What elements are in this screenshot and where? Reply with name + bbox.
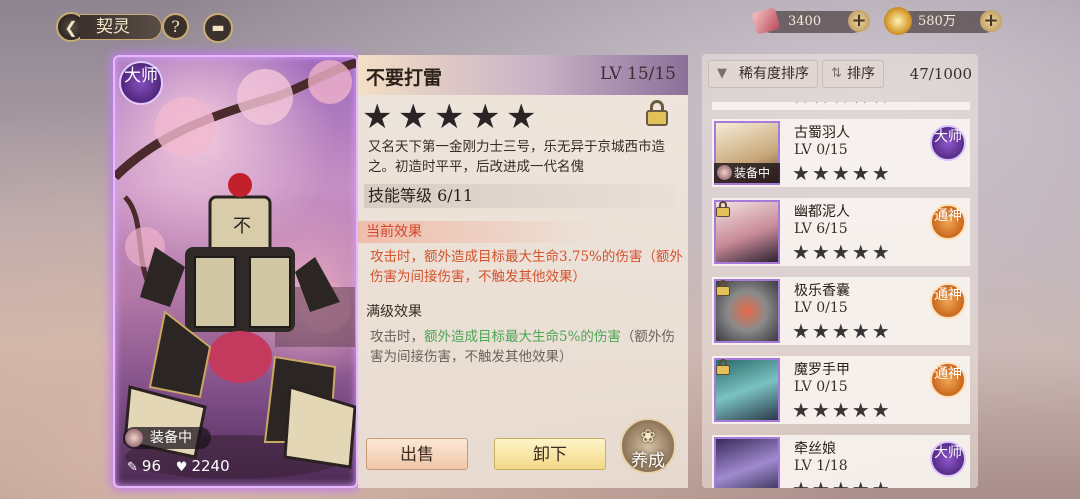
sort-order-button[interactable]: ⇅ 排序 bbox=[822, 60, 884, 88]
item-name: 幽都泥人 bbox=[794, 204, 850, 220]
item-equip-tag: 装备中 bbox=[714, 163, 780, 183]
character-level: LV 15/15 bbox=[600, 64, 676, 84]
inventory-count: 47/1000 bbox=[909, 65, 972, 83]
item-level: LV 1/18 bbox=[794, 458, 848, 474]
add-ticket-button[interactable]: + bbox=[848, 10, 870, 32]
list-item[interactable]: 魔罗手甲 LV 0/15 ★★★★★ 通神 bbox=[712, 356, 970, 424]
card-equip-tag: 装备中 bbox=[123, 427, 211, 449]
item-name: 魔罗手甲 bbox=[794, 362, 850, 378]
chat-bubble-icon: ▬ bbox=[211, 20, 225, 36]
gold-coin-icon bbox=[884, 7, 912, 35]
item-level: LV 6/15 bbox=[794, 221, 848, 237]
health-value: 2240 bbox=[191, 457, 230, 475]
equipped-avatar bbox=[125, 429, 143, 447]
inventory-list-panel: ▼ 稀有度排序 ⇅ 排序 47/1000 ★★★★★ 装备中 古蜀羽人 LV 0… bbox=[702, 54, 978, 488]
star-icon: ★ bbox=[362, 97, 393, 137]
list-item[interactable]: 装备中 古蜀羽人 LV 0/15 ★★★★★ 大师 bbox=[712, 119, 970, 187]
item-stars: ★★★★★ bbox=[792, 398, 892, 422]
item-stars: ★★★★★ bbox=[792, 319, 892, 343]
lock-toggle-icon[interactable] bbox=[646, 100, 668, 126]
star-icon: ★ bbox=[434, 97, 465, 137]
item-name: 古蜀羽人 bbox=[794, 125, 850, 141]
list-item[interactable]: ★★★★★ bbox=[712, 102, 970, 110]
ticket-icon bbox=[751, 7, 781, 35]
inventory-list[interactable]: ★★★★★ 装备中 古蜀羽人 LV 0/15 ★★★★★ 大师 幽都泥人 LV … bbox=[712, 102, 970, 488]
svg-text:不: 不 bbox=[233, 216, 251, 237]
list-item[interactable]: 牵丝娘 LV 1/18 ★★★★★ 大师 bbox=[712, 435, 970, 488]
item-level: LV 0/15 bbox=[794, 142, 848, 158]
max-effect-text: 攻击时，额外造成目标最大生命5%的伤害（额外伤害为间接伤害，不触发其他效果） bbox=[370, 327, 682, 367]
help-button[interactable]: ? bbox=[162, 13, 189, 40]
unequip-button[interactable]: 卸下 bbox=[494, 438, 606, 470]
card-equip-label: 装备中 bbox=[150, 430, 192, 446]
max-effect-title: 满级效果 bbox=[366, 304, 422, 320]
character-card: 不 大师 装备中 ✎ 96 ♥ 2240 bbox=[113, 55, 358, 488]
nurture-label: 养成 bbox=[631, 451, 665, 471]
star-icon: ★ bbox=[470, 97, 501, 137]
star-icon: ★ bbox=[398, 97, 429, 137]
max-effect-prefix: 攻击时， bbox=[370, 329, 424, 345]
currency-ticket: 3400 + bbox=[751, 7, 870, 35]
star-rating: ★ ★ ★ ★ ★ bbox=[362, 100, 540, 134]
item-level: LV 0/15 bbox=[794, 379, 848, 395]
current-effect-text: 攻击时，额外造成目标最大生命3.75%的伤害（额外伤害为间接伤害，不触发其他效果… bbox=[370, 247, 686, 287]
page-title: 契灵 bbox=[80, 14, 162, 40]
character-description: 又名天下第一金刚力士三号，乐无异于京城西市造之。初造时平平，后改进成一代名傀 bbox=[368, 139, 665, 175]
item-rank-badge: 通神 bbox=[930, 362, 966, 398]
nurture-button[interactable]: ❀ 养成 bbox=[620, 418, 676, 474]
list-item[interactable]: 幽都泥人 LV 6/15 ★★★★★ 通神 bbox=[712, 198, 970, 266]
sort-rarity-button[interactable]: ▼ 稀有度排序 bbox=[708, 60, 818, 88]
item-rank-badge: 通神 bbox=[930, 204, 966, 240]
item-lock-icon bbox=[716, 359, 730, 375]
item-rank-badge: 大师 bbox=[930, 125, 966, 161]
detail-panel: 不要打雷 LV 15/15 ★ ★ ★ ★ ★ 又名天下第一金刚力士三号，乐无异… bbox=[358, 55, 688, 488]
card-stats: ✎ 96 ♥ 2240 bbox=[127, 457, 240, 475]
item-stars: ★★★★★ bbox=[792, 161, 892, 185]
character-artwork: 不 bbox=[115, 58, 356, 479]
chat-button[interactable]: ▬ bbox=[203, 13, 233, 43]
currency-ticket-value: 3400 bbox=[788, 14, 822, 29]
current-effect-prefix: 攻击时， bbox=[370, 249, 424, 265]
item-stars: ★★★★★ bbox=[792, 479, 892, 488]
currency-gold: 580万 + bbox=[884, 7, 1002, 35]
sell-button[interactable]: 出售 bbox=[366, 438, 468, 470]
item-stars: ★★★★★ bbox=[792, 240, 892, 264]
currency-gold-value: 580万 bbox=[918, 14, 956, 29]
item-thumbnail bbox=[714, 437, 780, 488]
item-lock-icon bbox=[716, 280, 730, 296]
sort-arrow-icon: ▼ bbox=[717, 66, 727, 81]
item-rank-badge: 通神 bbox=[930, 283, 966, 319]
sort-order-label: 排序 bbox=[847, 66, 875, 82]
character-name: 不要打雷 bbox=[366, 67, 443, 89]
nurture-icon: ❀ bbox=[640, 426, 656, 447]
list-item[interactable]: 极乐香囊 LV 0/15 ★★★★★ 通神 bbox=[712, 277, 970, 345]
item-name: 牵丝娘 bbox=[794, 441, 836, 457]
item-lock-icon bbox=[716, 201, 730, 217]
sort-toggle-icon: ⇅ bbox=[831, 66, 842, 81]
add-gold-button[interactable]: + bbox=[980, 10, 1002, 32]
current-effect-title: 当前效果 bbox=[358, 221, 598, 243]
item-name: 极乐香囊 bbox=[794, 283, 850, 299]
attack-icon: ✎ bbox=[127, 460, 138, 475]
back-arrow-icon: ❮ bbox=[64, 17, 78, 37]
detail-header: 不要打雷 LV 15/15 bbox=[358, 55, 688, 95]
star-icon: ★ bbox=[506, 97, 537, 137]
card-rank-badge: 大师 bbox=[119, 61, 163, 105]
max-effect-highlight: 额外造成目标最大生命5%的伤害 bbox=[424, 329, 621, 345]
item-level: LV 0/15 bbox=[794, 300, 848, 316]
attack-value: 96 bbox=[141, 457, 161, 475]
skill-level: 技能等级 6/11 bbox=[364, 184, 676, 208]
sort-rarity-label: 稀有度排序 bbox=[739, 66, 809, 82]
item-rank-badge: 大师 bbox=[930, 441, 966, 477]
health-icon: ♥ bbox=[175, 460, 188, 475]
